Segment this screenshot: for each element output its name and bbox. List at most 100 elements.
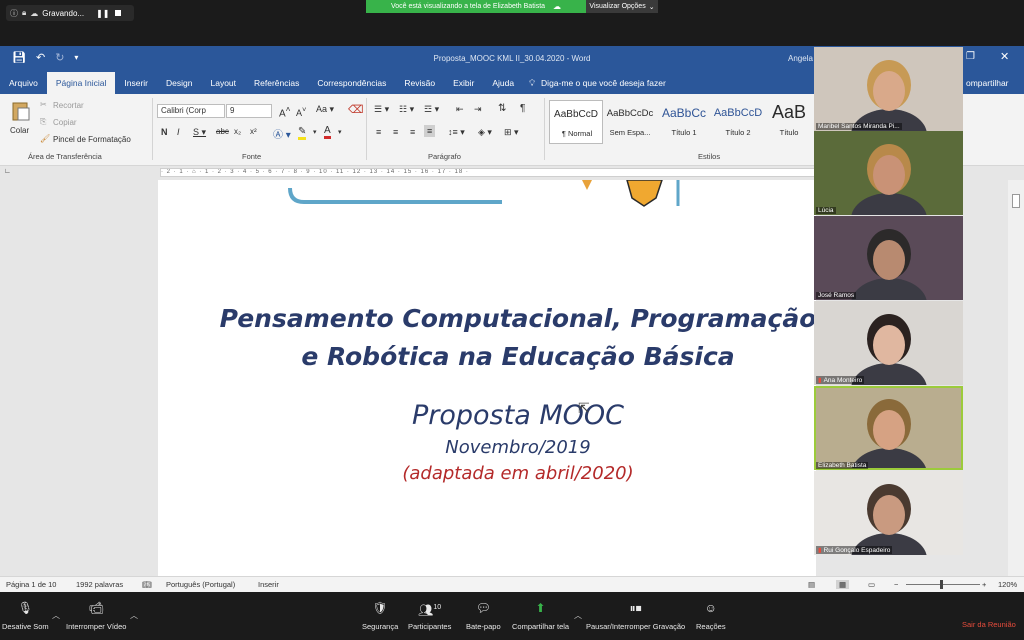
ruler-scale[interactable]: · 2 · 1 · ⌂ · 1 · 2 · 3 · 4 · 5 · 6 · 7 … [160,168,815,177]
tab-arquivo[interactable]: Arquivo [0,72,47,94]
tab-ajuda[interactable]: Ajuda [483,72,523,94]
change-case-icon[interactable]: Aa ▾ [316,104,334,115]
tab-revisao[interactable]: Revisão [395,72,444,94]
view-options-button[interactable]: Visualizar Opções ⌄ [586,0,658,13]
participant-tile[interactable]: ▮ Ana Monteiro [814,301,963,385]
participant-tile[interactable]: ▮ Rui Gonçalo Espadeiro [814,471,963,555]
copy-button[interactable]: Copiar [53,118,77,127]
align-left-icon[interactable]: ≡ [376,127,381,137]
multilevel-list-icon[interactable]: ☲ ▾ [424,104,439,115]
info-icon[interactable]: ⓘ [10,8,18,19]
stop-recording-icon[interactable] [115,10,122,16]
tab-inserir[interactable]: Inserir [115,72,157,94]
tab-design[interactable]: Design [157,72,201,94]
language-indicator[interactable]: Português (Portugal) [166,580,235,589]
word-count[interactable]: 1992 palavras [76,580,123,589]
video-options-chevron-icon[interactable]: ︿ [130,610,138,621]
leave-meeting-button[interactable]: Sair da Reunião [962,620,1016,629]
zoom-level[interactable]: 120% [998,580,1017,589]
tab-referencias[interactable]: Referências [245,72,308,94]
reactions-button[interactable]: ☺ Reações [696,600,726,631]
style-heading-2[interactable]: AaBbCcD Título 2 [711,100,765,144]
document-page[interactable]: Pensamento Computacional, Programação e … [158,180,816,576]
scrollbar-thumb[interactable] [1012,194,1020,208]
subscript-icon[interactable]: x₂ [234,127,241,136]
style-no-spacing[interactable]: AaBbCcDc Sem Espa... [603,100,657,144]
tab-selector-icon[interactable]: ∟ [4,168,11,175]
security-button[interactable]: 🛡︎ Segurança [362,600,398,631]
tab-pagina-inicial[interactable]: Página Inicial [46,72,116,94]
align-right-icon[interactable]: ≡ [410,127,415,137]
paste-button[interactable]: Colar [10,126,29,135]
grow-font-icon[interactable]: A˄ [279,104,291,119]
zoom-out-icon[interactable]: − [894,580,898,589]
align-center-icon[interactable]: ≡ [393,127,398,137]
web-layout-icon[interactable]: ▭ [868,580,875,589]
justify-icon[interactable]: ≡ [424,125,436,137]
paste-icon[interactable] [10,100,34,122]
vertical-scrollbar[interactable] [1008,180,1024,576]
tab-layout[interactable]: Layout [201,72,245,94]
share-button[interactable]: ompartilhar [966,72,1009,94]
recording-indicator[interactable]: ⓘ 🔒︎ ☁ Gravando... ❚❚ [6,5,134,21]
participant-tile[interactable]: José Ramos [814,216,963,300]
zoom-in-icon[interactable]: + [982,580,986,589]
mute-button[interactable]: 🎙︎ Desative Som [2,600,49,631]
numbering-icon[interactable]: ☷ ▾ [399,104,414,115]
increase-indent-icon[interactable]: ⇥ [474,104,482,115]
strikethrough-icon[interactable]: abc [216,127,229,136]
chat-button[interactable]: 💬︎ Bate-papo [466,600,501,631]
cut-button[interactable]: Recortar [53,101,84,110]
font-color-dropdown-icon[interactable]: ▾ [338,128,342,136]
decrease-indent-icon[interactable]: ⇤ [456,104,464,115]
underline-icon[interactable]: S ▾ [193,127,206,138]
user-name[interactable]: Angela [788,54,813,63]
bold-icon[interactable]: N [161,127,168,137]
print-layout-icon[interactable]: ▦ [836,580,850,589]
highlight-dropdown-icon[interactable]: ▾ [313,128,317,136]
shading-icon[interactable]: ◈ ▾ [478,127,492,138]
copy-icon[interactable]: ⎘ [40,117,46,127]
borders-icon[interactable]: ⊞ ▾ [504,127,519,138]
clear-formatting-icon[interactable]: ⌫ [348,103,364,116]
superscript-icon[interactable]: x² [250,127,257,136]
shrink-font-icon[interactable]: A˅ [296,105,306,118]
highlight-icon[interactable]: ✎ [298,126,307,140]
font-name-combo[interactable]: Calibri (Corp [157,104,225,118]
restore-icon[interactable]: ❐ [966,51,975,62]
participant-tile[interactable]: Lúcia [814,131,963,215]
italic-icon[interactable]: I [177,127,180,137]
audio-options-chevron-icon[interactable]: ︿ [52,610,60,621]
close-icon[interactable]: ✕ [1000,50,1009,63]
bullets-icon[interactable]: ☰ ▾ [374,104,389,115]
stop-video-button[interactable]: 📹︎ Interromper Vídeo [66,600,126,631]
insert-mode[interactable]: Inserir [258,580,279,589]
zoom-slider[interactable] [906,580,980,589]
page-count[interactable]: Página 1 de 10 [6,580,56,589]
tell-me-search[interactable]: 💡︎ Diga-me o que você deseja fazer [523,72,672,94]
text-effects-icon[interactable]: Ⓐ ▾ [273,126,291,141]
cut-icon[interactable]: ✂ [40,100,47,109]
format-painter-icon[interactable]: 🖌︎ [40,134,50,143]
font-color-icon[interactable]: A [324,125,331,139]
format-painter-button[interactable]: Pincel de Formatação [53,135,131,144]
style-heading-1[interactable]: AaBbCc Título 1 [657,100,711,144]
participant-tile[interactable]: Maribel Santos Miranda Pi... [814,47,963,131]
share-options-chevron-icon[interactable]: ︿ [574,610,582,621]
zoom-slider-thumb[interactable] [940,580,943,589]
participants-button[interactable]: 👥︎10 Participantes [408,600,451,631]
line-spacing-icon[interactable]: ↕≡ ▾ [448,127,465,138]
read-mode-icon[interactable]: ▤ [808,580,815,589]
share-screen-button[interactable]: ⬆ Compartilhar tela [512,600,569,631]
tab-correspondencias[interactable]: Correspondências [308,72,395,94]
sort-icon[interactable]: ⇅ [498,103,506,114]
style-title[interactable]: AaB Título [765,100,813,144]
pause-stop-recording-button[interactable]: ⏸⏹ Pausar/Interromper Gravação [586,600,685,631]
pause-recording-icon[interactable]: ❚❚ [96,9,109,18]
participant-tile[interactable]: Elizabeth Batista [814,386,963,470]
font-size-combo[interactable]: 9 [226,104,272,118]
style-normal[interactable]: AaBbCcD ¶ Normal [549,100,603,144]
tab-exibir[interactable]: Exibir [444,72,483,94]
proofing-icon[interactable]: 📖︎ [142,580,152,589]
show-marks-icon[interactable]: ¶ [520,103,525,114]
